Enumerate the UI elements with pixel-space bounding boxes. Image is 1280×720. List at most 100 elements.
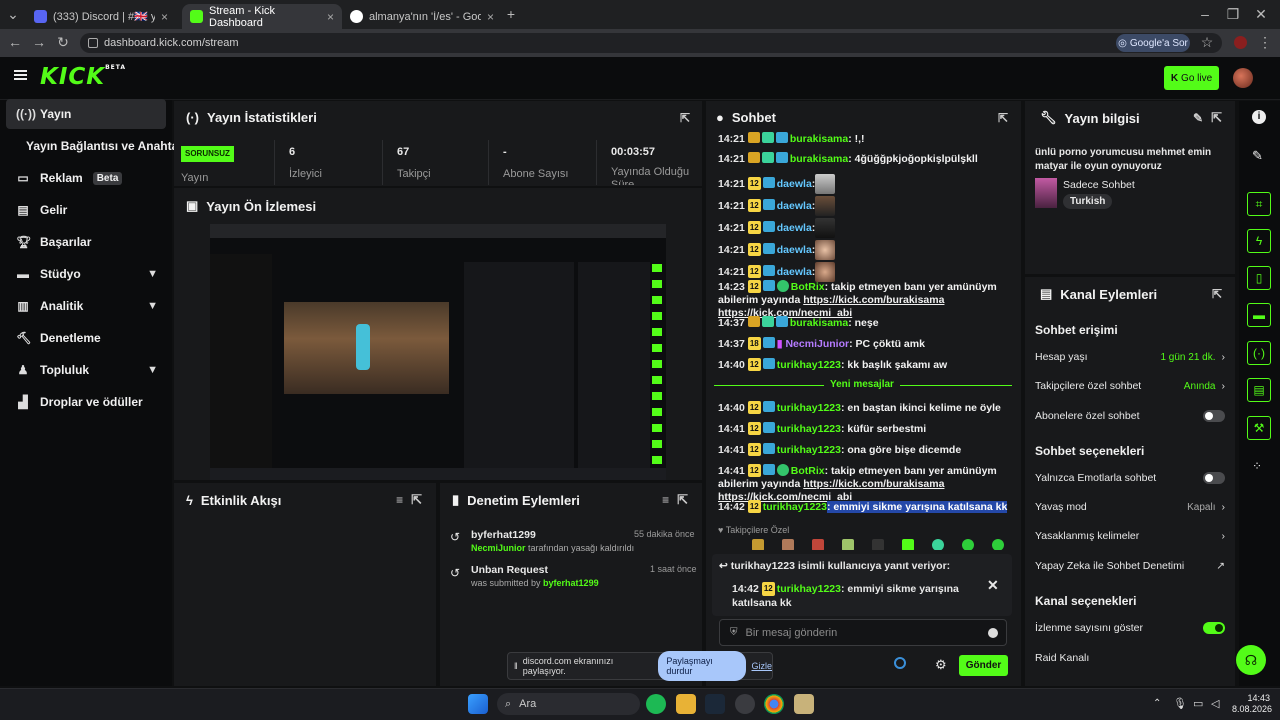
chat-username[interactable]: daewla <box>777 200 812 212</box>
maximize-icon[interactable]: ❐ <box>1224 5 1242 23</box>
info-icon[interactable]: i <box>1252 110 1266 124</box>
lightning-action-button[interactable]: ϟ <box>1247 229 1271 253</box>
send-button[interactable]: Gönder <box>959 655 1008 676</box>
banned-words-row[interactable]: Yasaklanmış kelimeler › <box>1035 530 1225 542</box>
chat-username[interactable]: turikhay1223 <box>777 359 841 371</box>
emote-icon[interactable] <box>872 539 884 550</box>
mod-actor[interactable]: NecmiJunior <box>471 543 526 553</box>
chat-username[interactable]: daewla <box>777 244 812 256</box>
slow-mode-row[interactable]: Yavaş mod Kapalı › <box>1035 501 1225 513</box>
sidebar-item-reklam[interactable]: ▭ Reklam Beta <box>6 163 166 193</box>
raid-row[interactable]: Raid Kanalı <box>1035 652 1225 664</box>
edit-icon[interactable]: ✎ <box>1252 148 1263 164</box>
chat-username[interactable]: turikhay1223 <box>777 444 841 456</box>
expand-icon[interactable]: ⇱ <box>998 111 1008 125</box>
sidebar-item-studyo[interactable]: ▬ Stüdyo ▼ <box>6 259 166 289</box>
points-icon[interactable] <box>894 657 906 669</box>
emote-icon[interactable] <box>992 539 1004 550</box>
window-close-icon[interactable]: ✕ <box>1252 5 1270 23</box>
mod-action-user[interactable]: byferhat1299 <box>471 529 536 541</box>
sidebar-item-topluluk[interactable]: ♟ Topluluk ▼ <box>6 355 166 385</box>
bookmark-star-icon[interactable]: ☆ <box>1198 33 1216 51</box>
emote-icon[interactable] <box>782 539 794 550</box>
account-age-row[interactable]: Hesap yaşı 1 gün 21 dk. › <box>1035 351 1225 363</box>
broadcast-action-button[interactable]: (·) <box>1247 341 1271 365</box>
chat-username[interactable]: burakisama <box>790 133 848 145</box>
emote-icon[interactable] <box>842 539 854 550</box>
app-icon[interactable] <box>735 694 755 714</box>
hide-share-button[interactable]: Gizle <box>751 661 772 671</box>
kick-logo[interactable]: KICKBETA <box>40 64 126 90</box>
chat-username[interactable]: daewla <box>777 178 812 190</box>
mod-action-user[interactable]: Unban Request <box>471 564 548 576</box>
chat-username[interactable]: burakisama <box>790 153 848 165</box>
chat-input[interactable]: ⛨ Bir mesaj gönderin <box>719 619 1007 646</box>
tab-kick-dashboard[interactable]: Stream - Kick Dashboard × <box>182 4 342 29</box>
new-tab-icon[interactable]: + <box>502 5 520 23</box>
chat-username[interactable]: turikhay1223 <box>763 501 827 513</box>
sidebar-item-analitik[interactable]: ▥ Analitik ▼ <box>6 291 166 321</box>
microphone-icon[interactable]: 🎙︎ <box>1173 697 1187 710</box>
expand-icon[interactable]: ⇱ <box>1211 110 1222 126</box>
browser-menu-icon[interactable]: ⋮ <box>1256 33 1274 51</box>
ai-moderation-row[interactable]: Yapay Zeka ile Sohbet Denetimi ↗ <box>1035 560 1225 572</box>
chat-username[interactable]: NecmiJunior <box>785 338 849 350</box>
sidebar-item-yayin[interactable]: ((·)) Yayın <box>6 99 166 129</box>
site-info-icon[interactable] <box>88 38 98 48</box>
emote-only-toggle[interactable] <box>1203 472 1225 484</box>
expand-icon[interactable]: ⇱ <box>680 111 690 125</box>
expand-icon[interactable]: ⇱ <box>411 492 422 508</box>
chat-action-button[interactable]: ▬ <box>1247 303 1271 327</box>
close-reply-icon[interactable]: ✕ <box>987 577 999 594</box>
close-icon[interactable]: × <box>161 10 168 24</box>
spotify-icon[interactable] <box>646 694 666 714</box>
tab-search-icon[interactable]: ⌄ <box>4 5 22 23</box>
clip-action-button[interactable]: ⌗ <box>1247 192 1271 216</box>
windows-start-icon[interactable] <box>468 694 488 714</box>
forward-icon[interactable]: → <box>30 33 48 51</box>
close-icon[interactable]: × <box>487 10 494 24</box>
emote-icon[interactable] <box>962 539 974 550</box>
chat-link[interactable]: https://kick.com/burakisama <box>803 294 944 306</box>
chat-username[interactable]: turikhay1223 <box>777 402 841 414</box>
chat-username[interactable]: turikhay1223 <box>777 583 841 595</box>
google-ask-button[interactable]: ◎ Google'a Sor <box>1116 34 1190 52</box>
chat-username[interactable]: daewla <box>777 222 812 234</box>
subs-chat-toggle[interactable] <box>1203 410 1225 422</box>
emote-icon[interactable] <box>932 539 944 550</box>
speaker-icon[interactable]: ◁ <box>1211 697 1219 710</box>
go-live-button[interactable]: K Go live <box>1164 66 1219 90</box>
emote-icon[interactable] <box>752 539 764 550</box>
sidebar-item-basarilar[interactable]: 🏆︎ Başarılar <box>6 227 166 257</box>
sidebar-item-droplar[interactable]: ▟ Droplar ve ödüller <box>6 387 166 417</box>
stream-category[interactable]: Sadece Sohbet <box>1063 179 1135 191</box>
hamburger-menu-icon[interactable] <box>14 70 27 80</box>
notes-action-button[interactable]: ▯ <box>1247 266 1271 290</box>
chat-username[interactable]: daewla <box>777 266 812 278</box>
more-actions-icon[interactable]: ⁘ <box>1252 459 1262 473</box>
pencil-icon[interactable]: ✎ <box>1193 111 1203 125</box>
emote-icon[interactable] <box>812 539 824 550</box>
followers-chat-row[interactable]: Takipçilere özel sohbet Anında › <box>1035 380 1225 392</box>
channel-action-button[interactable]: ▤ <box>1247 378 1271 402</box>
tab-google[interactable]: almanya'nın 'İ/es' - Google'da A × <box>342 4 502 29</box>
chat-username[interactable]: BotRix <box>791 465 825 477</box>
taskbar-search[interactable]: ⌕ Ara <box>497 693 640 715</box>
steam-icon[interactable] <box>705 694 725 714</box>
filter-icon[interactable]: ≡ <box>662 493 669 507</box>
chat-username[interactable]: turikhay1223 <box>777 423 841 435</box>
sidebar-item-gelir[interactable]: ▤ Gelir <box>6 195 166 225</box>
sidebar-item-stream-key[interactable]: Yayın Bağlantısı ve Anahtarı <box>6 131 186 161</box>
chevron-up-icon[interactable]: ⌃ <box>1153 698 1161 709</box>
tools-action-button[interactable]: ⚒ <box>1247 416 1271 440</box>
url-field[interactable]: dashboard.kick.com/stream <box>80 33 1222 53</box>
filter-icon[interactable]: ≡ <box>396 493 403 507</box>
gear-icon[interactable]: ⚙ <box>935 657 947 673</box>
game-icon[interactable] <box>794 694 814 714</box>
close-icon[interactable]: × <box>327 10 334 24</box>
chat-username[interactable]: burakisama <box>790 317 848 329</box>
category-thumbnail[interactable] <box>1035 178 1057 208</box>
minimize-icon[interactable]: – <box>1196 5 1214 23</box>
clock[interactable]: 14:43 8.08.2026 <box>1232 693 1272 715</box>
expand-icon[interactable]: ⇱ <box>1212 287 1222 301</box>
